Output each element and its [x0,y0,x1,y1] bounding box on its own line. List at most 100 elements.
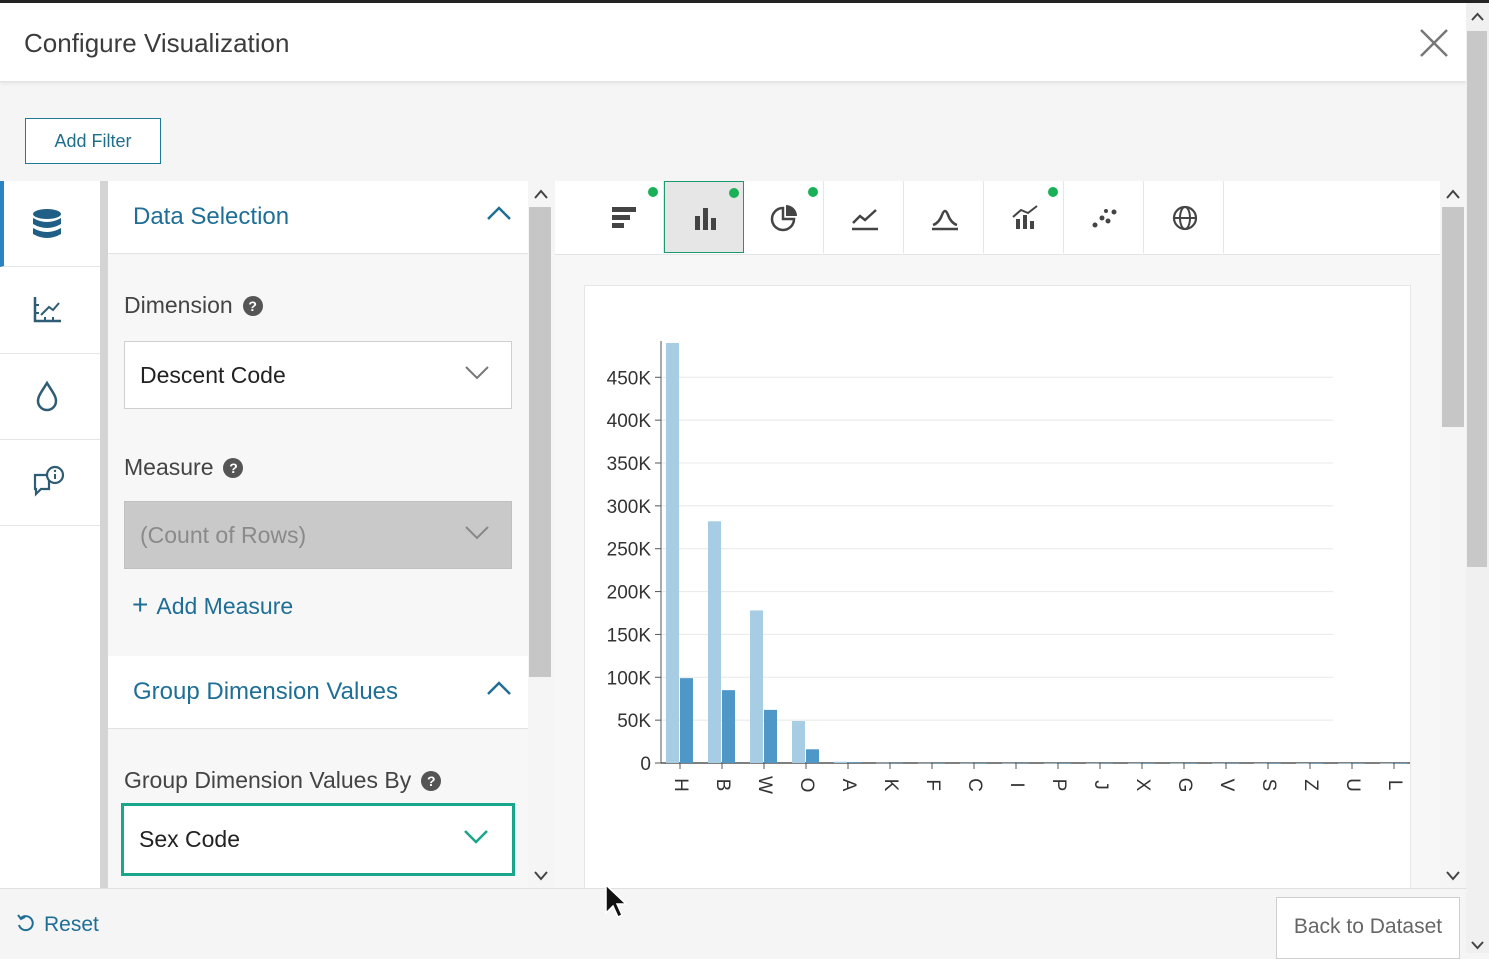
tab-badge [648,187,658,197]
sidebar-item-colors[interactable] [0,353,100,440]
close-button[interactable] [1416,25,1452,61]
tab-pie[interactable] [744,181,824,253]
sidebar-item-axes[interactable] [0,267,100,354]
bar [722,690,735,763]
bar [918,762,931,764]
sidebar-item-data[interactable] [0,181,100,267]
y-tick-label: 0 [640,754,651,775]
x-tick-label: P [1048,779,1069,792]
chart-area: 0 50K 100K 150K 200K 250K 300K 350K 400K 450K H B W O… [555,181,1440,888]
add-filter-button[interactable]: Add Filter [25,118,161,164]
chevron-up-icon[interactable] [486,680,512,696]
scroll-up-icon[interactable] [1466,7,1489,27]
dimension-label: Dimension? [124,292,263,319]
bar [1100,762,1113,764]
bar [974,762,987,764]
bar [792,721,805,763]
chevron-up-icon[interactable] [486,205,512,221]
bar [848,762,861,763]
y-tick-label: 200K [607,583,652,604]
panel-scrollbar[interactable] [528,181,554,888]
chart-scroll-thumb[interactable] [1442,207,1464,427]
scroll-up-icon[interactable] [1443,187,1463,201]
column-chart: 0 50K 100K 150K 200K 250K 300K 350K 400K 450K H B W O… [607,341,1421,794]
undo-icon [17,914,34,932]
bar [1268,762,1281,764]
bar [1338,762,1351,764]
y-tick-label: 50K [617,711,651,732]
tab-combo[interactable] [984,181,1064,253]
tab-line[interactable] [824,181,904,253]
back-to-dataset-button[interactable]: Back to Dataset [1276,897,1460,959]
panel-edge [100,181,108,888]
tab-badge [729,188,739,198]
x-tick-label: A [838,779,859,792]
x-tick-label: B [712,779,733,792]
bar [666,343,679,763]
chart-type-tabs [555,181,1440,255]
dialog-title: Configure Visualization [24,28,290,58]
dialog-scrollbar[interactable] [1466,3,1489,953]
sidebar-item-info[interactable] [0,439,100,526]
bar [1184,762,1197,764]
column-chart-icon [695,208,716,230]
add-measure-button[interactable]: + Add Measure [132,589,293,621]
measure-select: (Count of Rows) [124,501,512,569]
group-values-header[interactable]: Group Dimension Values [108,656,528,729]
dialog-scroll-thumb[interactable] [1467,31,1487,567]
bar [708,521,721,763]
bar [960,762,973,764]
chart-container: 0 50K 100K 150K 200K 250K 300K 350K 400K 450K H B W O… [584,285,1421,888]
group-values-title: Group Dimension Values [133,678,399,705]
bar [1352,762,1365,764]
bar [1226,762,1239,764]
bar [876,762,889,764]
tab-scatter[interactable] [1064,181,1144,253]
x-tick-label: G [1174,778,1195,793]
data-selection-header[interactable]: Data Selection [108,181,528,254]
x-tick-label: I [1006,782,1027,787]
scroll-down-icon[interactable] [1443,869,1463,883]
area-chart-icon [932,209,958,231]
measure-label: Measure? [124,454,244,481]
bar [1170,762,1183,764]
chevron-down-icon [465,526,489,540]
scroll-down-icon[interactable] [531,869,551,883]
x-tick-label: O [796,778,817,793]
tab-horizontal-bar[interactable] [584,181,664,253]
bar [1296,762,1309,764]
tab-area[interactable] [904,181,984,253]
x-tick-label: L [1384,780,1405,791]
y-tick-label: 400K [607,411,652,432]
bar [932,762,945,764]
group-by-label: Group Dimension Values By? [124,767,442,794]
bar [680,678,693,763]
group-by-select[interactable]: Sex Code [121,803,515,876]
bar [764,709,777,763]
help-icon[interactable]: ? [223,458,244,478]
chevron-down-icon [464,830,488,844]
help-icon[interactable]: ? [421,771,442,791]
x-tick-label: U [1342,778,1363,792]
bar [1310,762,1323,764]
config-panel: Data Selection Dimension? Descent Code M… [108,181,528,888]
bar [1044,762,1057,764]
tab-column[interactable] [664,181,744,253]
reset-button[interactable]: Reset [16,913,99,937]
x-tick-label: S [1258,779,1279,792]
mouse-cursor-icon [605,883,628,919]
panel-scroll-thumb[interactable] [529,207,551,677]
y-tick-label: 100K [607,668,652,689]
help-icon[interactable]: ? [242,296,263,316]
x-tick-label: J [1090,780,1111,790]
tab-map[interactable] [1144,181,1224,253]
bar [1142,762,1155,764]
x-tick-label: C [964,778,985,792]
scroll-down-icon[interactable] [1466,935,1489,955]
scroll-up-icon[interactable] [531,187,551,201]
chart-scrollbar[interactable] [1440,181,1466,888]
bar [750,610,763,763]
bar [1016,762,1029,764]
dimension-select[interactable]: Descent Code [124,341,512,409]
y-tick-label: 450K [607,368,652,389]
